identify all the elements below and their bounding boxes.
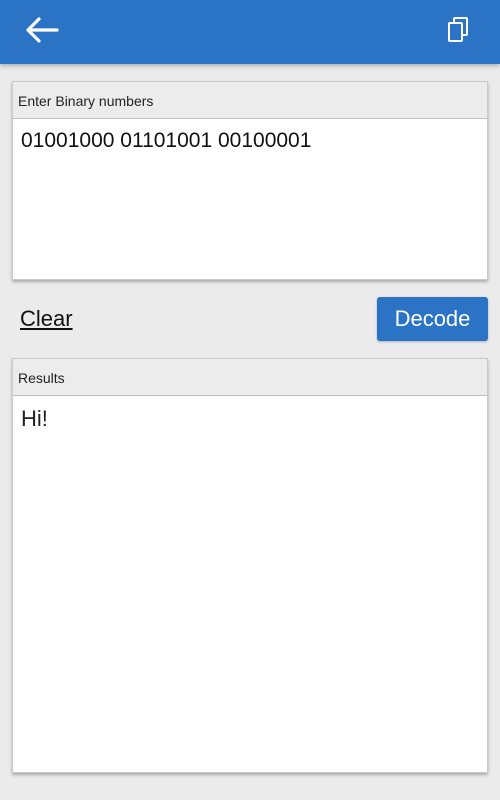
copy-icon: [446, 16, 470, 49]
back-button[interactable]: [20, 10, 64, 54]
results-panel: Results Hi!: [12, 358, 488, 773]
arrow-left-icon: [25, 16, 59, 48]
copy-button[interactable]: [436, 10, 480, 54]
app-bar: [0, 0, 500, 64]
binary-input-panel: Enter Binary numbers 01001000 01101001 0…: [12, 81, 488, 280]
clear-button[interactable]: Clear: [20, 306, 73, 332]
binary-input-field[interactable]: 01001000 01101001 00100001: [13, 119, 487, 279]
decode-button[interactable]: Decode: [377, 297, 488, 341]
binary-input-label: Enter Binary numbers: [13, 82, 487, 119]
results-label: Results: [13, 359, 487, 396]
result-output: Hi!: [21, 406, 48, 431]
